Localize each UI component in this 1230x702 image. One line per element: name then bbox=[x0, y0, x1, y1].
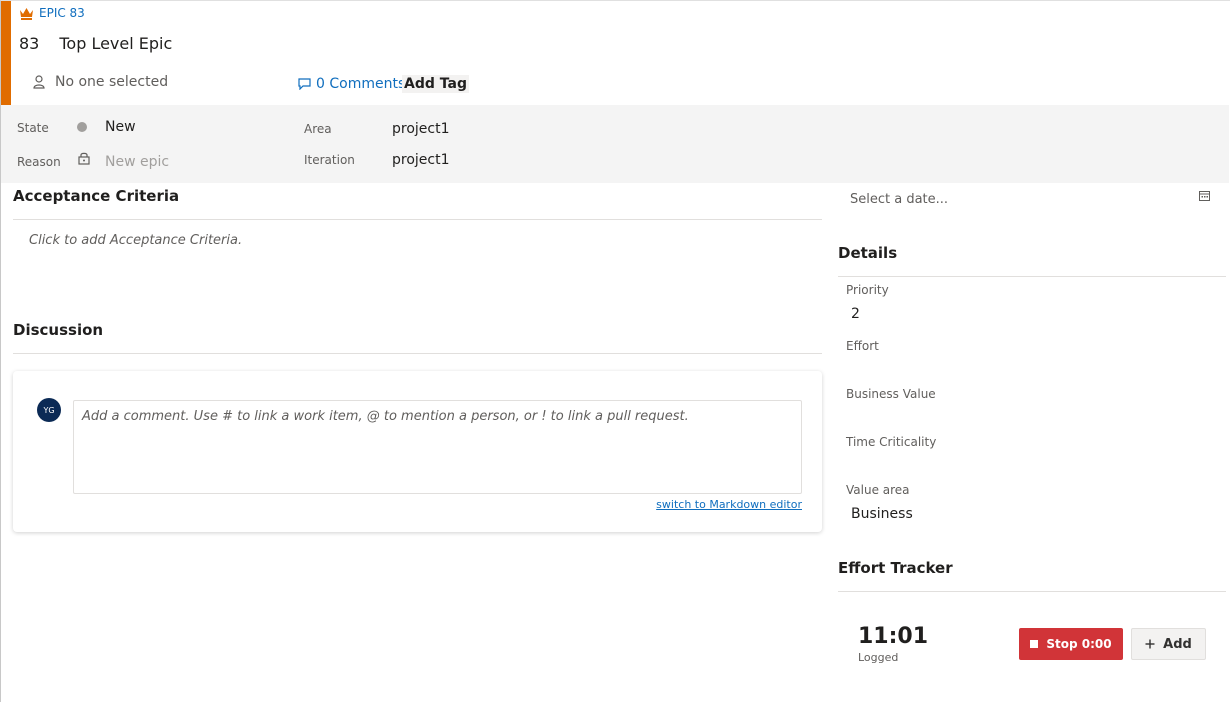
add-time-label: Add bbox=[1163, 636, 1192, 652]
title-row: 83 Top Level Epic bbox=[19, 34, 172, 53]
details-title: Details bbox=[838, 244, 898, 262]
reason-label: Reason bbox=[17, 155, 61, 169]
priority-field[interactable]: 2 bbox=[851, 306, 860, 322]
lock-icon bbox=[78, 152, 90, 165]
assignee-picker[interactable]: No one selected bbox=[33, 74, 168, 90]
area-value[interactable]: project1 bbox=[392, 121, 450, 137]
stop-icon bbox=[1030, 640, 1039, 648]
stop-timer-button[interactable]: Stop 0:00 bbox=[1019, 628, 1123, 660]
calendar-icon[interactable] bbox=[1199, 191, 1210, 201]
work-item-type-color-bar bbox=[1, 1, 11, 105]
iteration-label: Iteration bbox=[304, 153, 355, 167]
date-picker[interactable]: Select a date... bbox=[840, 186, 1220, 212]
effort-label: Effort bbox=[846, 339, 879, 353]
plus-icon bbox=[1145, 639, 1155, 649]
discussion-divider bbox=[13, 353, 822, 354]
discussion-card: YG Add a comment. Use # to link a work i… bbox=[13, 371, 822, 532]
work-item-id: 83 bbox=[19, 34, 40, 53]
acceptance-divider bbox=[13, 219, 822, 220]
switch-to-markdown-link[interactable]: switch to Markdown editor bbox=[656, 498, 802, 511]
avatar: YG bbox=[37, 398, 61, 422]
comment-icon bbox=[298, 78, 311, 90]
comments-link[interactable]: 0 Comments bbox=[298, 76, 405, 92]
add-tag-button[interactable]: Add Tag bbox=[402, 75, 469, 93]
core-fields: State New Reason New epic Area project1 … bbox=[1, 105, 1229, 183]
business-value-label: Business Value bbox=[846, 387, 936, 401]
area-label: Area bbox=[304, 122, 332, 136]
acceptance-criteria-editor[interactable]: Click to add Acceptance Criteria. bbox=[29, 233, 242, 248]
discussion-title: Discussion bbox=[13, 321, 104, 339]
add-time-button[interactable]: Add bbox=[1131, 628, 1206, 660]
logged-time: 11:01 bbox=[858, 624, 929, 649]
state-value[interactable]: New bbox=[105, 119, 136, 135]
reason-value: New epic bbox=[105, 154, 170, 170]
crown-icon bbox=[20, 7, 33, 20]
iteration-value[interactable]: project1 bbox=[392, 152, 450, 168]
stop-timer-label: Stop 0:00 bbox=[1046, 637, 1112, 651]
work-item-type-label: EPIC 83 bbox=[39, 6, 85, 20]
comments-count: 0 Comments bbox=[316, 76, 406, 92]
priority-label: Priority bbox=[846, 283, 889, 297]
work-item-title[interactable]: Top Level Epic bbox=[59, 34, 172, 53]
work-item-type: EPIC 83 bbox=[19, 6, 85, 20]
acceptance-criteria-title: Acceptance Criteria bbox=[13, 187, 180, 205]
work-item-header: EPIC 83 83 Top Level Epic No one selecte… bbox=[1, 1, 1229, 105]
time-criticality-field[interactable] bbox=[846, 452, 1216, 474]
assignee-label: No one selected bbox=[55, 74, 169, 90]
business-value-field[interactable] bbox=[846, 404, 1216, 426]
person-icon bbox=[33, 75, 45, 89]
effort-field[interactable] bbox=[846, 356, 1216, 378]
time-criticality-label: Time Criticality bbox=[846, 435, 937, 449]
date-placeholder: Select a date... bbox=[850, 191, 949, 207]
effort-tracker-title: Effort Tracker bbox=[838, 559, 953, 577]
effort-tracker-divider bbox=[838, 591, 1226, 592]
state-color-dot bbox=[77, 122, 87, 132]
value-area-label: Value area bbox=[846, 483, 910, 497]
details-divider bbox=[838, 276, 1226, 277]
logged-label: Logged bbox=[858, 651, 899, 664]
state-label: State bbox=[17, 121, 49, 135]
value-area-field[interactable]: Business bbox=[851, 506, 913, 522]
comment-input[interactable]: Add a comment. Use # to link a work item… bbox=[73, 400, 802, 494]
